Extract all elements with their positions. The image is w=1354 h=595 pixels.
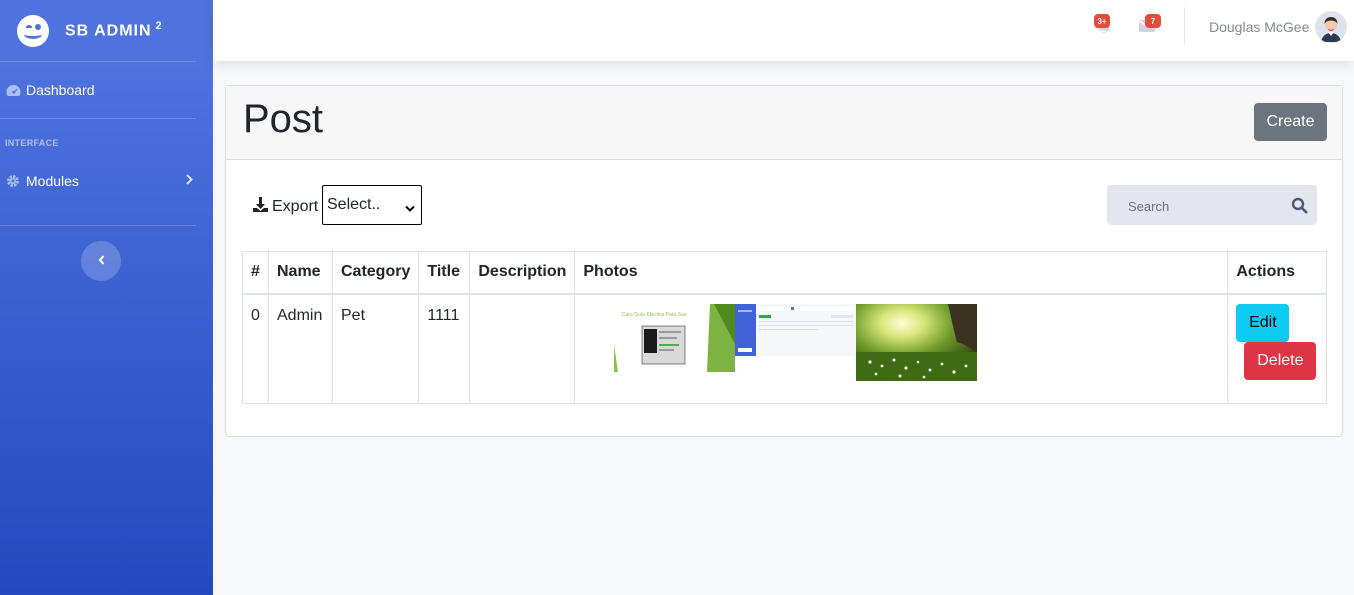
user-name[interactable]: Douglas McGee <box>1209 19 1309 35</box>
column-header[interactable]: Photos <box>574 251 1229 295</box>
edit-button[interactable]: Edit <box>1236 303 1290 342</box>
download-icon <box>252 196 269 218</box>
tachometer-icon <box>5 82 21 98</box>
column-header[interactable]: Title <box>418 251 471 295</box>
cell-photos: Cara Guía Efectiva Para Sus <box>574 293 1229 404</box>
delete-button[interactable]: Delete <box>1244 341 1317 380</box>
export-button[interactable]: Export <box>252 196 318 218</box>
posts-table: # Name Category Title Description Photos… <box>242 251 1327 404</box>
chevron-left-icon <box>98 252 105 270</box>
sidebar-item-dashboard[interactable]: Dashboard <box>0 62 213 118</box>
chevron-down-icon <box>405 200 415 218</box>
search-input[interactable]: Search <box>1107 185 1317 225</box>
search-placeholder: Search <box>1128 199 1170 214</box>
cell-description <box>469 293 576 404</box>
column-header[interactable]: Name <box>268 251 333 295</box>
sidebar-item-label: Modules <box>26 173 79 189</box>
cell-number: 0 <box>242 293 269 404</box>
topbar-divider <box>1184 7 1185 45</box>
photo-list: Cara Guía Efectiva Para Sus <box>583 303 1219 381</box>
table-row: 0 Admin Pet 1111 Cara Guía Efectiva Para… <box>242 293 1327 404</box>
avatar[interactable] <box>1315 11 1347 43</box>
post-card: Post Create Export Select.. Search # Nam… <box>225 85 1343 437</box>
photo-thumbnail[interactable]: Cara Guía Efectiva Para Sus <box>614 303 736 381</box>
select-value: Select.. <box>327 196 381 213</box>
table-header-row: # Name Category Title Description Photos… <box>242 251 1327 295</box>
page-title: Post <box>243 97 324 141</box>
card-header: Post Create <box>226 86 1342 160</box>
export-format-select[interactable]: Select.. <box>322 185 422 225</box>
cell-title: 1111 <box>418 293 471 404</box>
search-icon[interactable] <box>1291 197 1308 219</box>
sidebar-heading: INTERFACE <box>5 138 59 148</box>
create-button[interactable]: Create <box>1254 103 1327 141</box>
photo-thumbnail[interactable] <box>735 303 857 381</box>
alerts-badge: 3+ <box>1094 14 1110 28</box>
chevron-right-icon <box>186 172 193 188</box>
messages-badge: 7 <box>1145 14 1161 28</box>
column-header[interactable]: Actions <box>1227 251 1327 295</box>
sidebar: SB ADMIN 2 Dashboard INTERFACE Modules <box>0 0 213 595</box>
sidebar-item-label: Dashboard <box>26 82 95 98</box>
laugh-wink-icon <box>17 14 49 47</box>
brand-name: SB ADMIN 2 <box>65 20 163 40</box>
photo-caption: Cara Guía Efectiva Para Sus <box>622 312 687 318</box>
cell-category: Pet <box>331 293 420 404</box>
sidebar-item-modules[interactable]: Modules <box>0 154 213 208</box>
gear-icon <box>5 173 21 189</box>
export-label: Export <box>272 198 319 215</box>
sidebar-toggle-button[interactable] <box>81 241 121 281</box>
sidebar-divider <box>0 225 196 226</box>
photo-thumbnail[interactable] <box>856 303 978 381</box>
sidebar-brand[interactable]: SB ADMIN 2 <box>0 0 213 61</box>
cell-name: Admin <box>268 293 333 404</box>
cell-actions: Edit Delete <box>1227 293 1327 404</box>
column-header[interactable]: Category <box>331 251 420 295</box>
column-header[interactable]: Description <box>469 251 576 295</box>
topbar: 3+ 7 Douglas McGee <box>213 0 1354 61</box>
column-header[interactable]: # <box>242 251 269 295</box>
